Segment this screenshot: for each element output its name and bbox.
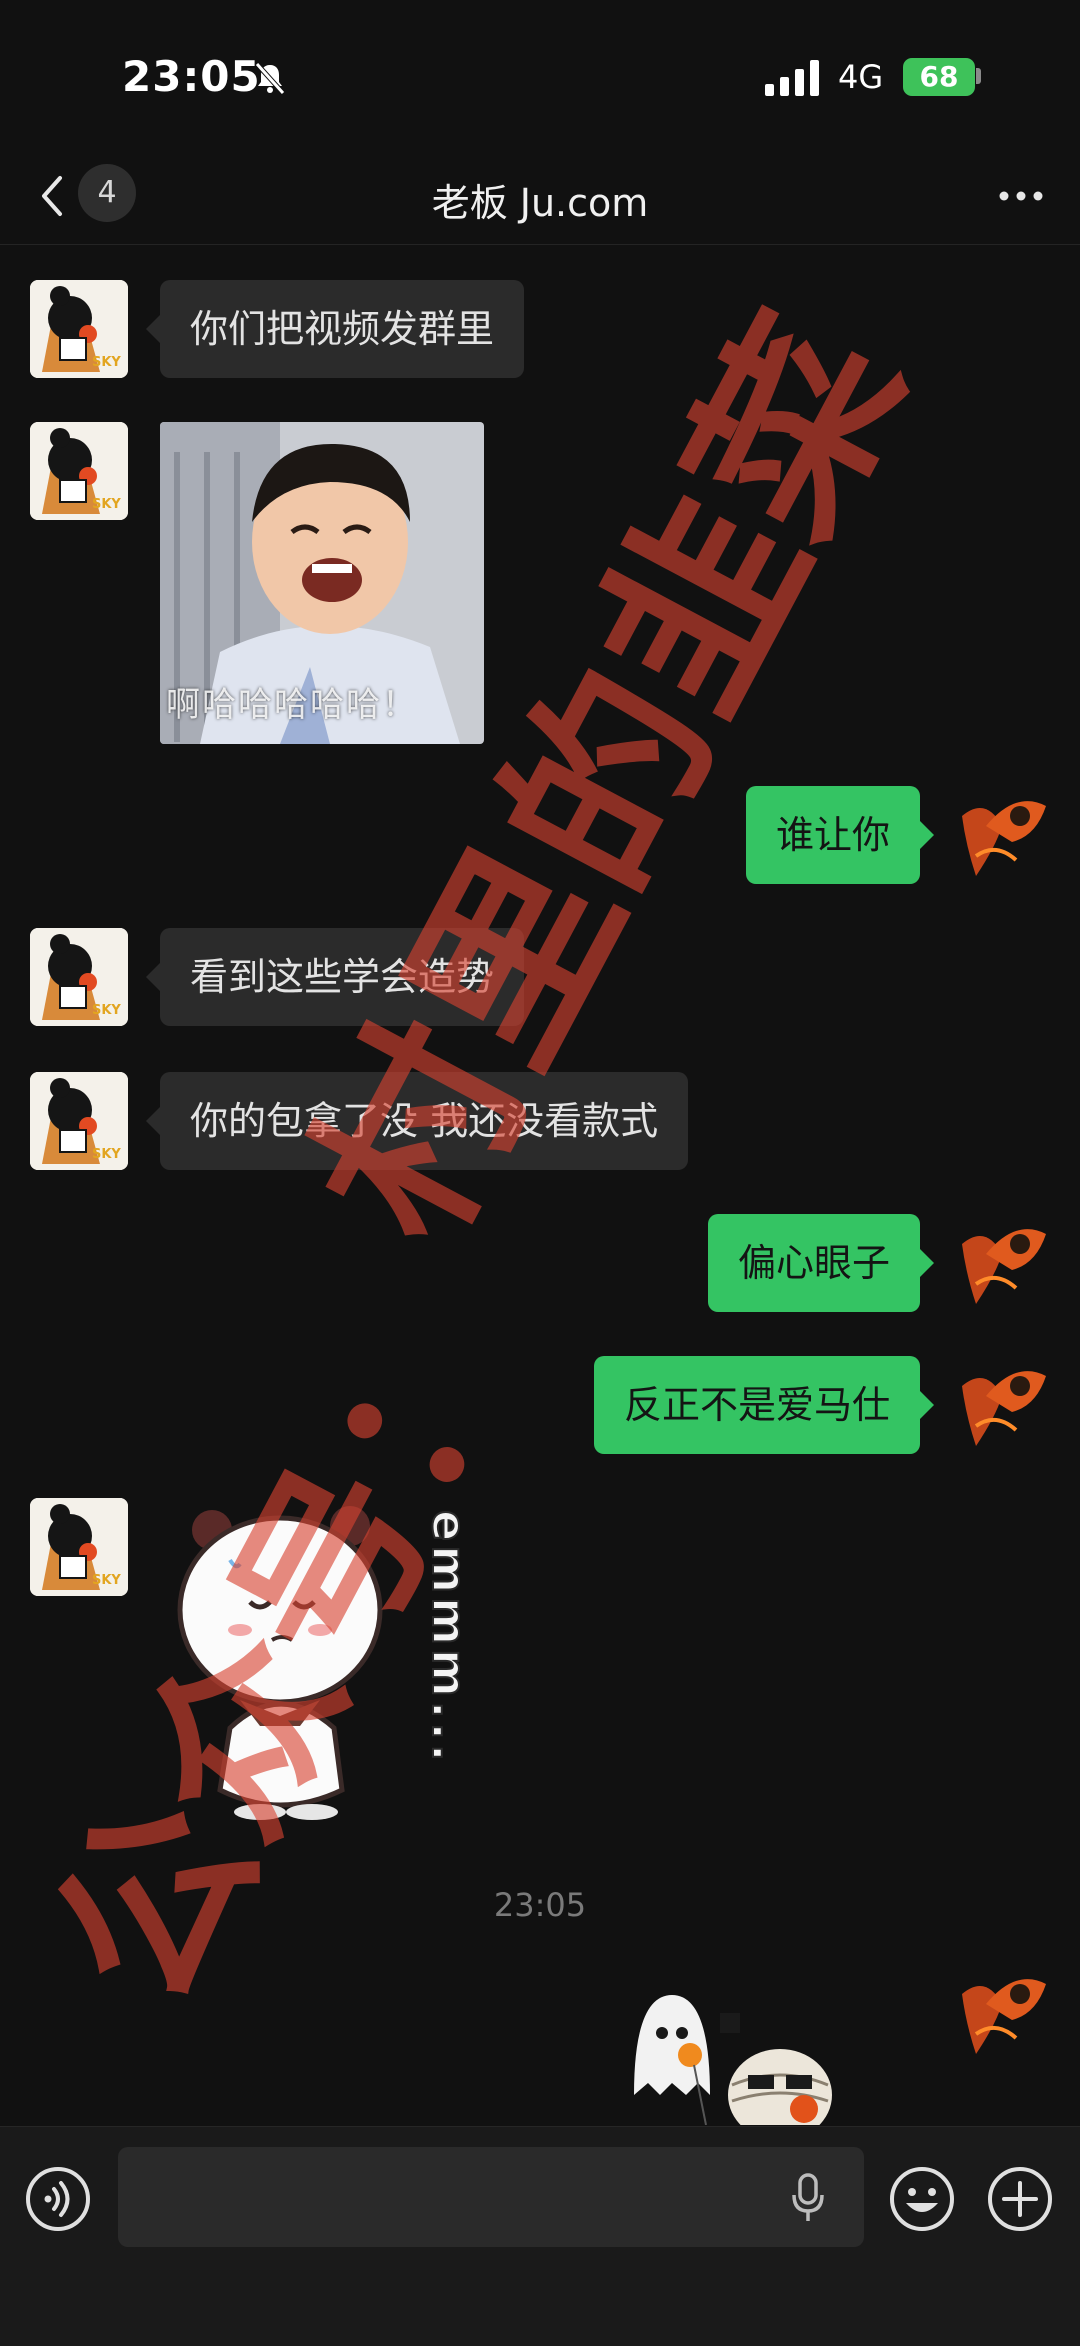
battery-level: 68 — [903, 58, 975, 96]
message-bubble-outgoing[interactable]: 偏心眼子 — [707, 1214, 935, 1312]
image-caption: 啊哈哈哈哈哈！ — [166, 685, 418, 725]
chat-screen: 23:05 4G 68 4 老板 Ju.com SKY 你们把视频发群里 SKY… — [0, 0, 1080, 2346]
contact-avatar[interactable]: SKY — [30, 928, 128, 1026]
plus-icon[interactable] — [986, 2165, 1054, 2233]
message-input[interactable] — [118, 2147, 864, 2247]
message-timestamp: 23:05 — [493, 1886, 587, 1924]
my-avatar[interactable] — [956, 1964, 1054, 2062]
bell-muted-icon — [255, 62, 285, 95]
message-bubble-incoming[interactable]: 看到这些学会造势 — [145, 928, 525, 1026]
contact-avatar[interactable]: SKY — [30, 1498, 128, 1596]
voice-input-icon[interactable] — [24, 2165, 92, 2233]
contact-avatar[interactable]: SKY — [30, 422, 128, 520]
contact-avatar-image: SKY — [30, 1072, 128, 1170]
message-bubble-outgoing[interactable]: 反正不是爱马仕 — [593, 1356, 935, 1454]
emoji-icon[interactable] — [888, 2165, 956, 2233]
ghost-sticker[interactable] — [620, 1985, 860, 2141]
my-avatar[interactable] — [956, 786, 1054, 884]
battery-tip — [976, 68, 981, 84]
contact-avatar[interactable]: SKY — [30, 280, 128, 378]
image-message[interactable]: 啊哈哈哈哈哈！ — [160, 422, 484, 744]
microphone-icon[interactable] — [790, 2171, 826, 2223]
bear-sticker[interactable]: emmm... — [170, 1490, 490, 1830]
svg-text:SKY: SKY — [92, 355, 121, 370]
my-avatar[interactable] — [956, 1214, 1054, 1312]
signal-icon — [765, 60, 819, 96]
svg-text:SKY: SKY — [92, 1003, 121, 1018]
chat-title: 老板 Ju.com — [431, 181, 649, 225]
ghost-sticker-image — [634, 1995, 832, 2141]
contact-avatar-image: SKY — [30, 928, 128, 1026]
chat-header: 4 老板 Ju.com — [0, 150, 1080, 245]
status-time: 23:05 — [122, 52, 261, 101]
svg-text:SKY: SKY — [92, 1147, 121, 1162]
contact-avatar-image: SKY — [30, 280, 128, 378]
message-bubble-incoming[interactable]: 你们把视频发群里 — [145, 280, 525, 378]
message-bubble-outgoing[interactable]: 谁让你 — [745, 786, 935, 884]
svg-text:SKY: SKY — [92, 497, 121, 512]
network-type: 4G — [838, 58, 884, 96]
svg-text:SKY: SKY — [92, 1573, 121, 1588]
my-avatar[interactable] — [956, 1356, 1054, 1454]
more-options-icon[interactable] — [996, 186, 1046, 206]
contact-avatar[interactable]: SKY — [30, 1072, 128, 1170]
message-bubble-incoming[interactable]: 你的包拿了没 我还没看款式 — [145, 1072, 689, 1170]
contact-avatar-image: SKY — [30, 1498, 128, 1596]
input-toolbar — [0, 2126, 1080, 2346]
sticker-text: emmm... — [421, 1509, 477, 1766]
contact-avatar-image: SKY — [30, 422, 128, 520]
status-bar: 23:05 4G 68 — [0, 0, 1080, 150]
